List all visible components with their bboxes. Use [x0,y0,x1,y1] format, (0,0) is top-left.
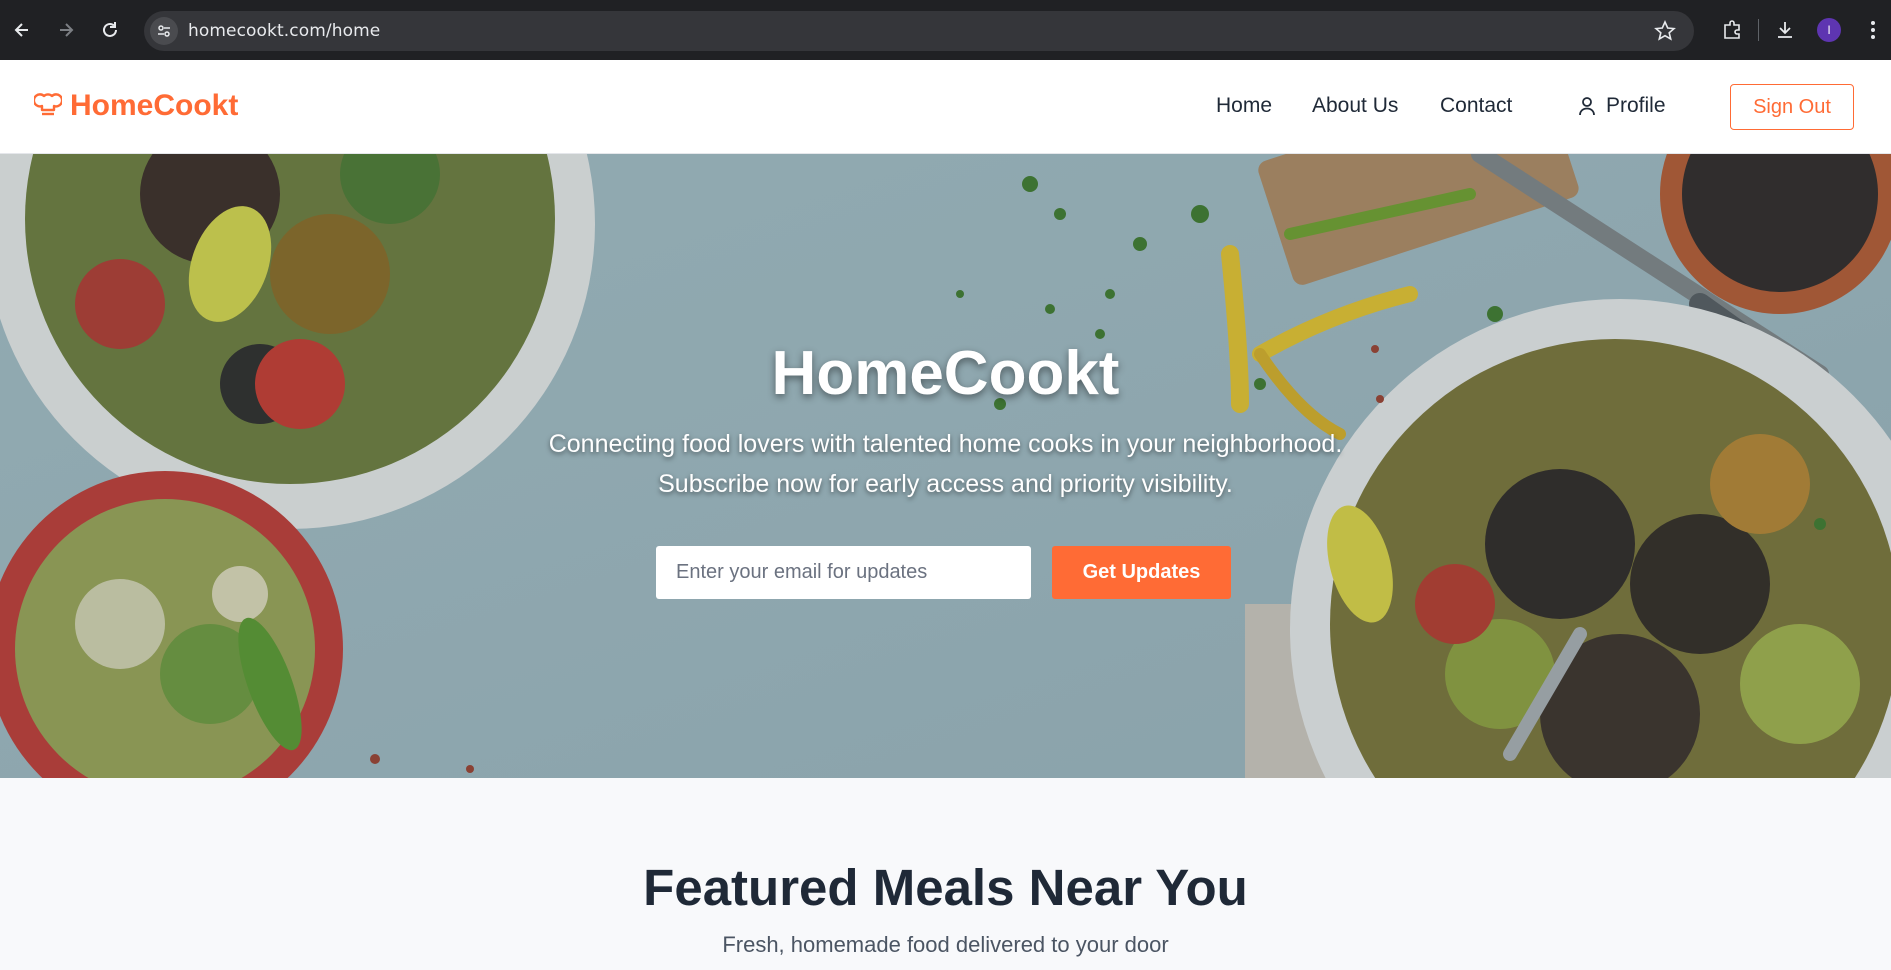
browser-toolbar: homecookt.com/home I [0,0,1891,60]
extensions-puzzle-icon[interactable] [1710,0,1754,60]
nav-link-about-us[interactable]: About Us [1312,94,1398,118]
more-options-icon[interactable] [1851,0,1891,60]
hero-overlay [0,154,1891,778]
toolbar-divider [1758,19,1759,41]
profile-label: Profile [1606,94,1666,117]
url-text[interactable]: homecookt.com/home [188,21,380,41]
email-updates-input[interactable] [656,546,1031,599]
sign-out-button[interactable]: Sign Out [1730,84,1854,130]
nav-link-home[interactable]: Home [1216,94,1272,118]
download-icon[interactable] [1763,0,1807,60]
site-settings-icon[interactable] [150,17,178,45]
profile-avatar[interactable]: I [1807,0,1851,60]
hero-subtitle-line-2: Subscribe now for early access and prior… [658,470,1233,498]
get-updates-button[interactable]: Get Updates [1052,546,1231,599]
address-bar[interactable]: homecookt.com/home [144,11,1694,51]
back-arrow-icon[interactable] [0,0,44,60]
bookmark-star-icon[interactable] [1654,20,1676,47]
hero-section: HomeCookt Connecting food lovers with ta… [0,154,1891,778]
nav-link-profile[interactable]: Profile [1578,94,1666,118]
featured-section-subtitle: Fresh, homemade food delivered to your d… [722,932,1169,957]
hero-subtitle-line-1: Connecting food lovers with talented hom… [548,430,1343,458]
reload-icon[interactable] [88,0,132,60]
forward-arrow-icon[interactable] [44,0,88,60]
nav-link-contact[interactable]: Contact [1440,94,1512,118]
main-nav: Home About Us Contact Profile [0,94,1891,124]
user-icon [1579,97,1595,116]
site-header: HomeCookt Home About Us Contact Profile … [0,60,1891,154]
hero-title: HomeCookt [771,339,1120,408]
featured-section-title: Featured Meals Near You [643,859,1248,916]
